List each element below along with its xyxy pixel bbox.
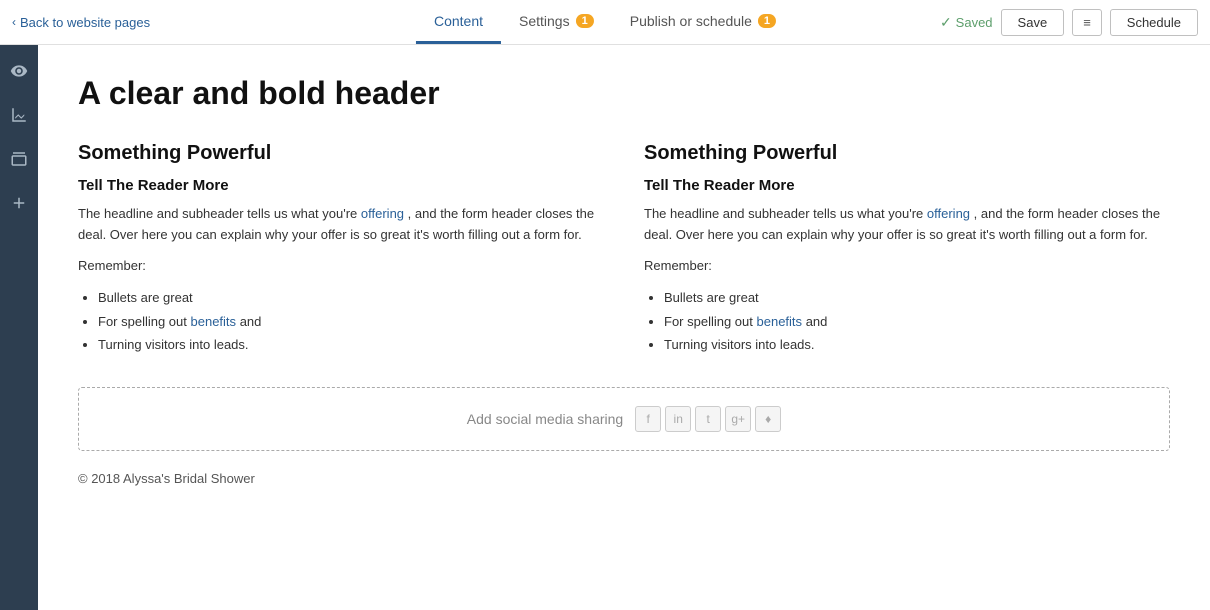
main-layout: A clear and bold header Something Powerf… <box>0 45 1210 610</box>
content-area: A clear and bold header Something Powerf… <box>38 45 1210 610</box>
twitter-icon: t <box>695 406 721 432</box>
googleplus-icon: g+ <box>725 406 751 432</box>
settings-badge: 1 <box>576 14 594 28</box>
right-subheading: Tell The Reader More <box>644 177 1170 194</box>
saved-check-icon: ✓ <box>940 14 952 31</box>
social-icons-group: f in t g+ ♦ <box>635 406 781 432</box>
back-to-website-link[interactable]: ‹ Back to website pages <box>12 15 150 30</box>
social-sharing-label: Add social media sharing <box>467 411 623 427</box>
left-remember-label: Remember: <box>78 256 604 277</box>
right-bullets: Bullets are great For spelling out benef… <box>644 286 1170 356</box>
left-subheading: Tell The Reader More <box>78 177 604 194</box>
list-item: Turning visitors into leads. <box>98 333 604 356</box>
left-body-paragraph: The headline and subheader tells us what… <box>78 204 604 246</box>
tab-publish[interactable]: Publish or schedule 1 <box>612 1 794 44</box>
schedule-button[interactable]: Schedule <box>1110 9 1198 36</box>
left-bullet2-text: For spelling out <box>98 314 187 329</box>
eye-icon[interactable] <box>5 57 33 85</box>
right-body-paragraph: The headline and subheader tells us what… <box>644 204 1170 246</box>
left-heading: Something Powerful <box>78 142 604 165</box>
top-bar: ‹ Back to website pages Content Settings… <box>0 0 1210 45</box>
saved-label: Saved <box>956 15 993 30</box>
sidebar <box>0 45 38 610</box>
box-icon[interactable] <box>5 145 33 173</box>
right-body-text1: The headline and subheader tells us what… <box>644 206 923 221</box>
list-item: Bullets are great <box>98 286 604 309</box>
plus-icon[interactable] <box>5 189 33 217</box>
tab-content[interactable]: Content <box>416 1 501 44</box>
list-item: For spelling out benefits and <box>98 310 604 333</box>
social-sharing-block[interactable]: Add social media sharing f in t g+ ♦ <box>78 387 1170 451</box>
saved-indicator: ✓ Saved <box>940 14 993 31</box>
page-footer: © 2018 Alyssa's Bridal Shower <box>78 471 1170 486</box>
left-body-text1: The headline and subheader tells us what… <box>78 206 357 221</box>
right-offering-link[interactable]: offering <box>927 206 970 221</box>
tab-settings[interactable]: Settings 1 <box>501 1 612 44</box>
left-benefits-link[interactable]: benefits <box>191 314 237 329</box>
right-benefits-link[interactable]: benefits <box>757 314 803 329</box>
right-bullet2-after: and <box>806 314 828 329</box>
right-heading: Something Powerful <box>644 142 1170 165</box>
list-item: Turning visitors into leads. <box>664 333 1170 356</box>
left-offering-link[interactable]: offering <box>361 206 404 221</box>
back-label: Back to website pages <box>20 15 150 30</box>
right-remember-label: Remember: <box>644 256 1170 277</box>
linkedin-icon: in <box>665 406 691 432</box>
left-column: Something Powerful Tell The Reader More … <box>78 142 604 357</box>
nav-tabs: Content Settings 1 Publish or schedule 1 <box>416 1 794 44</box>
chart-icon[interactable] <box>5 101 33 129</box>
more-options-button[interactable]: ≡ <box>1072 9 1102 36</box>
list-item: For spelling out benefits and <box>664 310 1170 333</box>
list-item: Bullets are great <box>664 286 1170 309</box>
back-chevron-icon: ‹ <box>12 15 16 29</box>
facebook-icon: f <box>635 406 661 432</box>
page-title: A clear and bold header <box>78 75 1170 112</box>
left-bullets: Bullets are great For spelling out benef… <box>78 286 604 356</box>
right-column: Something Powerful Tell The Reader More … <box>644 142 1170 357</box>
pinterest-icon: ♦ <box>755 406 781 432</box>
publish-badge: 1 <box>758 14 776 28</box>
two-column-section: Something Powerful Tell The Reader More … <box>78 142 1170 357</box>
right-bullet2-text: For spelling out <box>664 314 753 329</box>
nav-right-actions: ✓ Saved Save ≡ Schedule <box>940 9 1198 36</box>
left-bullet2-after: and <box>240 314 262 329</box>
save-button[interactable]: Save <box>1001 9 1065 36</box>
